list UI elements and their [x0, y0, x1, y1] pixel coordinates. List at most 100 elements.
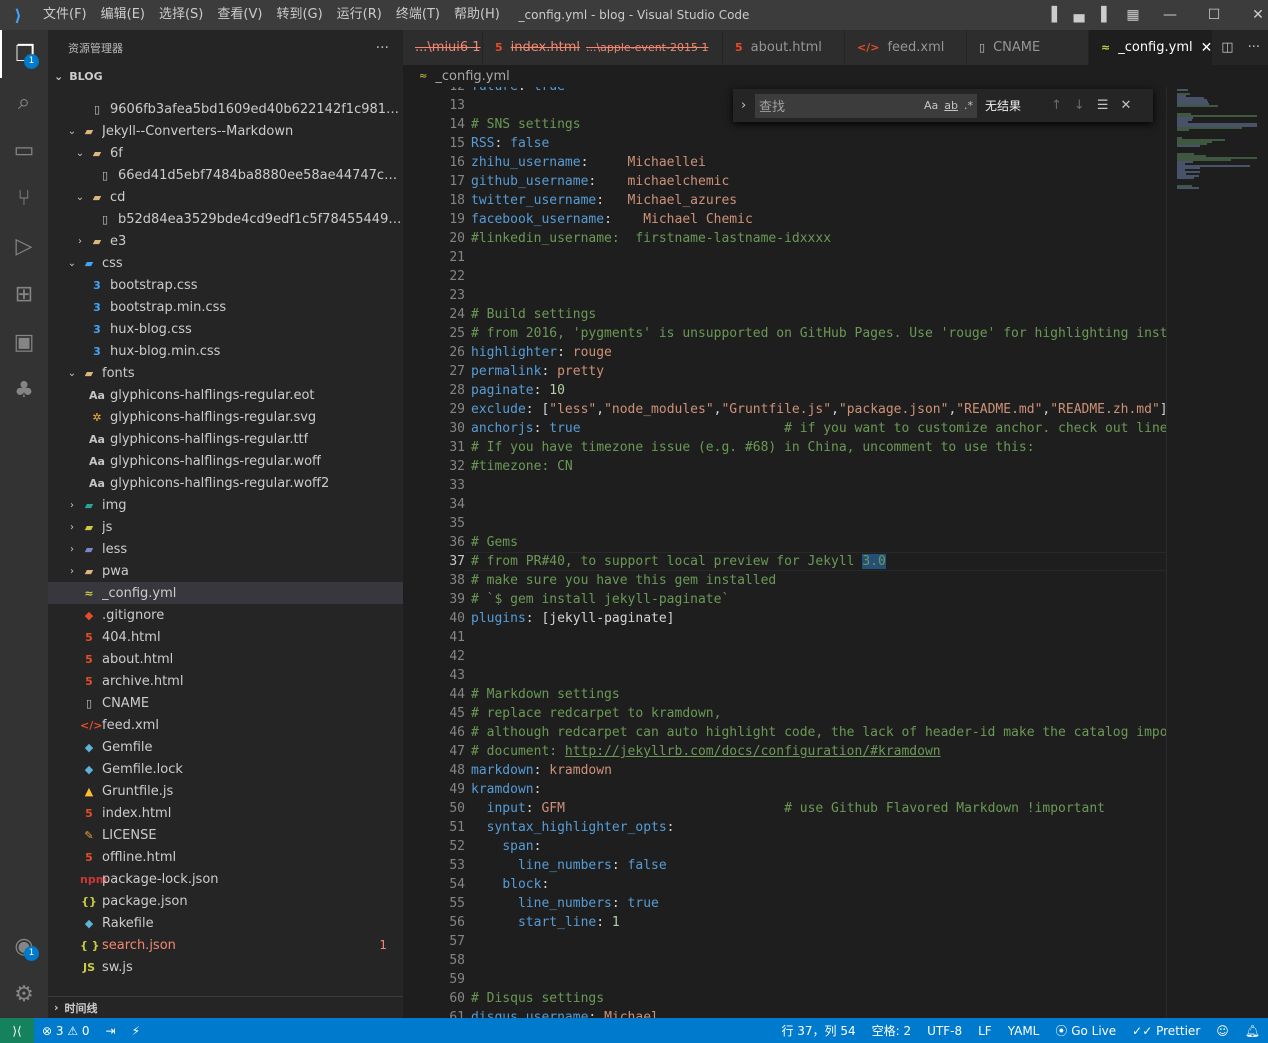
- tree-item[interactable]: ⌄ ▰ css: [48, 252, 403, 274]
- toggle-secondary-sidebar-icon[interactable]: ▐: [1090, 0, 1112, 30]
- tree-item[interactable]: ▯ CNAME: [48, 692, 403, 714]
- menu-item[interactable]: 运行(R): [330, 0, 389, 30]
- menu-item[interactable]: 终端(T): [389, 0, 447, 30]
- settings-gear-icon[interactable]: ⚙: [0, 970, 48, 1018]
- previous-match-icon[interactable]: ↑: [1051, 98, 1062, 113]
- feedback-icon[interactable]: ☺: [1208, 1024, 1237, 1038]
- menu-item[interactable]: 查看(V): [210, 0, 269, 30]
- tree-item[interactable]: ▯ 66ed41d5ebf7484ba8880ee58ae44747cacbda.…: [48, 164, 403, 186]
- tree-item[interactable]: { } search.json 1: [48, 934, 403, 956]
- tab-about-html[interactable]: 5 about.html: [723, 30, 845, 65]
- tab--config-yml[interactable]: ≈ _config.yml ✕: [1089, 30, 1213, 65]
- tree-item[interactable]: ▯ 9606fb3afea5bd1609ed40b622142f1c98125ab…: [48, 98, 403, 120]
- tree-item[interactable]: ◆ Gemfile.lock: [48, 758, 403, 780]
- indentation[interactable]: 空格: 2: [864, 1022, 920, 1039]
- tree-item[interactable]: 3 bootstrap.css: [48, 274, 403, 296]
- live-share-icon[interactable]: ⇥: [98, 1024, 124, 1038]
- problems-indicator[interactable]: ⊗ 3 ⚠ 0: [34, 1024, 98, 1038]
- minimize-button[interactable]: —: [1150, 0, 1190, 30]
- folder-icon[interactable]: ▭: [0, 126, 48, 174]
- match-word-icon[interactable]: ab: [944, 99, 958, 112]
- timeline-section-header[interactable]: › 时间线: [48, 996, 403, 1018]
- explorer-icon[interactable]: ❐ 1: [0, 30, 48, 78]
- tree-item[interactable]: ⌄ ▰ Jekyll--Converters--Markdown: [48, 120, 403, 142]
- tree-item[interactable]: ▲ Gruntfile.js: [48, 780, 403, 802]
- tree-item[interactable]: 5 404.html: [48, 626, 403, 648]
- tree-item[interactable]: 3 hux-blog.css: [48, 318, 403, 340]
- menu-item[interactable]: 编辑(E): [94, 0, 152, 30]
- toggle-replace-icon[interactable]: ›: [741, 98, 746, 113]
- match-case-icon[interactable]: Aa: [924, 99, 938, 112]
- tree-item[interactable]: › ▰ img: [48, 494, 403, 516]
- tree-item[interactable]: Aa glyphicons-halflings-regular.ttf: [48, 428, 403, 450]
- close-tab-icon[interactable]: ✕: [1201, 40, 1212, 56]
- breadcrumb-file[interactable]: _config.yml: [435, 69, 509, 84]
- next-match-icon[interactable]: ↓: [1074, 98, 1085, 113]
- tab-index-html[interactable]: 5 index.html ...\apple-event-2015 1: [483, 30, 723, 65]
- toggle-sidebar-icon[interactable]: ▌: [1046, 0, 1068, 30]
- more-actions-icon[interactable]: ···: [1248, 40, 1260, 55]
- cursor-position[interactable]: 行 37，列 54: [773, 1022, 863, 1039]
- end-of-line[interactable]: LF: [970, 1024, 1000, 1038]
- tree-item[interactable]: JS sw.js: [48, 956, 403, 978]
- remote-explorer-icon[interactable]: ▣: [0, 318, 48, 366]
- close-window-button[interactable]: ✕: [1238, 0, 1268, 30]
- tree-item[interactable]: › ▰ less: [48, 538, 403, 560]
- tree-item[interactable]: ◆ Rakefile: [48, 912, 403, 934]
- menu-item[interactable]: 选择(S): [152, 0, 210, 30]
- tree-item[interactable]: › ▰ js: [48, 516, 403, 538]
- tree-item[interactable]: 3 bootstrap.min.css: [48, 296, 403, 318]
- go-live-button[interactable]: ⦿ Go Live: [1047, 1022, 1124, 1039]
- tab-----miui6-1[interactable]: ...\miui6 1: [403, 30, 483, 65]
- tree-item[interactable]: ✲ glyphicons-halflings-regular.svg: [48, 406, 403, 428]
- tree-item[interactable]: › ▰ e3: [48, 230, 403, 252]
- tree-item[interactable]: ✎ LICENSE: [48, 824, 403, 846]
- tree-item[interactable]: ⌄ ▰ fonts: [48, 362, 403, 384]
- more-actions-icon[interactable]: ···: [376, 40, 389, 56]
- tree-item[interactable]: </> feed.xml: [48, 714, 403, 736]
- find-input[interactable]: 查找 Aa ab .*: [755, 93, 977, 118]
- tree-item[interactable]: [48, 87, 403, 98]
- tree-item[interactable]: Aa glyphicons-halflings-regular.woff2: [48, 472, 403, 494]
- tree-item[interactable]: {} package.json: [48, 890, 403, 912]
- maximize-button[interactable]: ☐: [1194, 0, 1234, 30]
- tree-item[interactable]: npm package-lock.json: [48, 868, 403, 890]
- notifications-bell-icon[interactable]: 🔔︎: [1237, 1024, 1268, 1038]
- find-in-selection-icon[interactable]: ☰: [1097, 98, 1109, 113]
- tree-item[interactable]: ▯ b52d84ea3529bde4cd9edf1c5f7845544996f3f…: [48, 208, 403, 230]
- tree-item[interactable]: ≈ _config.yml: [48, 582, 403, 604]
- source-control-icon[interactable]: ⑂: [0, 174, 48, 222]
- tree-item[interactable]: ⌄ ▰ cd: [48, 186, 403, 208]
- extensions-icon[interactable]: ⊞: [0, 270, 48, 318]
- workspace-section-header[interactable]: ⌄ BLOG: [48, 65, 403, 87]
- tab-cname[interactable]: ▯ CNAME: [967, 30, 1089, 65]
- tree-item[interactable]: 5 index.html: [48, 802, 403, 824]
- menu-item[interactable]: 帮助(H): [447, 0, 507, 30]
- encoding[interactable]: UTF-8: [919, 1024, 970, 1038]
- tree-item[interactable]: 5 archive.html: [48, 670, 403, 692]
- prettier-button[interactable]: ✓✓ Prettier: [1124, 1024, 1208, 1038]
- tree-icon[interactable]: ♣: [0, 366, 48, 414]
- code-editor[interactable]: 12 future: true 13 14 # SNS settings 15 RSS: f…: [403, 87, 1166, 1018]
- menu-item[interactable]: 文件(F): [36, 0, 94, 30]
- split-editor-icon[interactable]: ◫: [1221, 40, 1233, 55]
- tree-item[interactable]: ◆ .gitignore: [48, 604, 403, 626]
- toggle-panel-icon[interactable]: ▄: [1068, 0, 1090, 30]
- tree-item[interactable]: ⌄ ▰ 6f: [48, 142, 403, 164]
- tree-item[interactable]: 5 offline.html: [48, 846, 403, 868]
- regex-icon[interactable]: .*: [964, 99, 973, 112]
- search-icon[interactable]: ⌕: [0, 78, 48, 126]
- close-find-icon[interactable]: ✕: [1120, 98, 1131, 113]
- account-icon[interactable]: ◉ 1: [0, 922, 48, 970]
- menu-item[interactable]: 转到(G): [269, 0, 329, 30]
- tree-item[interactable]: Aa glyphicons-halflings-regular.woff: [48, 450, 403, 472]
- customize-layout-icon[interactable]: ▦: [1122, 0, 1144, 30]
- tree-item[interactable]: 3 hux-blog.min.css: [48, 340, 403, 362]
- lightning-icon[interactable]: ⚡: [124, 1024, 148, 1038]
- tree-item[interactable]: Aa glyphicons-halflings-regular.eot: [48, 384, 403, 406]
- tree-item[interactable]: › ▰ pwa: [48, 560, 403, 582]
- remote-indicator-icon[interactable]: ⟩⟨: [0, 1018, 34, 1043]
- language-mode[interactable]: YAML: [1000, 1024, 1048, 1038]
- tree-item[interactable]: ◆ Gemfile: [48, 736, 403, 758]
- run-debug-icon[interactable]: ▷: [0, 222, 48, 270]
